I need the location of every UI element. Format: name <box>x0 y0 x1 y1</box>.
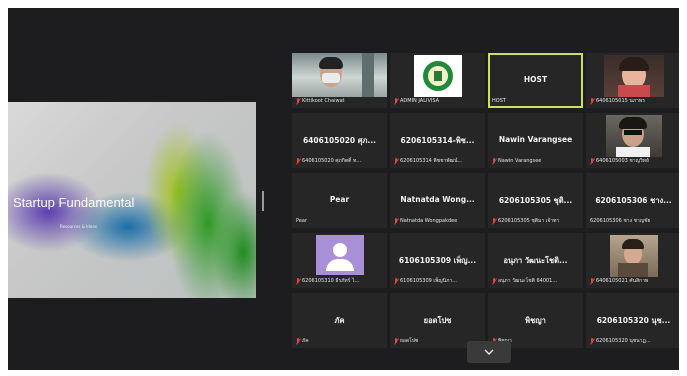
participant-name: 6206105320 นุช... <box>596 316 671 325</box>
participant-name: อนุภา วัฒนะโชติ... <box>503 256 568 265</box>
participant-name: ภัค <box>334 316 345 325</box>
mic-muted-icon <box>296 97 300 105</box>
participant-tile[interactable]: 6206105306 ชาง... 6206105306 ชาง ชาญชัย <box>586 173 679 228</box>
participant-name: Natnatda Wong... <box>400 195 475 204</box>
mic-muted-icon <box>492 157 496 165</box>
participant-tile[interactable]: Pear Pear <box>292 173 387 228</box>
participant-tile[interactable]: 6206105320 นุช... 6206105320 นุชนาฏ... <box>586 293 679 348</box>
participant-name: 6206105306 ชาง... <box>595 196 672 205</box>
mic-muted-icon <box>394 97 398 105</box>
participant-tile[interactable]: 6406105020 ศุภ... 6406105020 ศุภกิตติ์ ท… <box>292 113 387 168</box>
participant-video <box>292 53 387 97</box>
mic-muted-icon <box>394 337 398 345</box>
participant-namebar: 6106105309 เพ็ญนิภา... <box>394 277 483 285</box>
participant-namebar: 6206105306 ชาง ชาญชัย <box>590 218 651 224</box>
participant-namebar: 6406105021 ศันสิกาพ <box>590 277 679 285</box>
mic-muted-icon <box>590 97 594 105</box>
split-resize-handle[interactable] <box>262 191 264 211</box>
participant-tile[interactable]: 6406105021 ศันสิกาพ <box>586 233 679 288</box>
slide-title: Startup Fundamental <box>13 195 135 210</box>
participant-tile[interactable]: 6106105309 เพ็ญ... 6106105309 เพ็ญนิภา..… <box>390 233 485 288</box>
chevron-down-icon <box>484 349 494 355</box>
participant-name: 6106105309 เพ็ญ... <box>398 256 477 265</box>
participant-tile[interactable]: Nawin Varangsee Nawin Varangsee <box>488 113 583 168</box>
participant-tile-active-speaker[interactable]: HOST HOST <box>488 53 583 108</box>
avatar <box>316 235 364 275</box>
mic-muted-icon <box>394 217 398 225</box>
participant-name: Pear <box>329 195 350 204</box>
mic-muted-icon <box>590 277 594 285</box>
shared-screen: Startup Fundamental Resources & Ideas <box>8 102 256 298</box>
participant-tile[interactable]: ADMIN JALIVISA <box>390 53 485 108</box>
show-more-participants-button[interactable] <box>467 341 511 363</box>
participant-namebar: 6206105310 ธีรภัทร์ ไ... <box>296 277 385 285</box>
meeting-window: Startup Fundamental Resources & Ideas Ki… <box>8 8 679 370</box>
participant-name: พิชญา <box>525 316 546 325</box>
participant-name: ยอดโปซ <box>423 316 452 325</box>
mic-muted-icon <box>394 157 398 165</box>
participant-tile[interactable]: 6406105015 นภาพร <box>586 53 679 108</box>
participant-name: HOST <box>523 75 548 84</box>
participant-name: 6406105020 ศุภ... <box>302 136 377 145</box>
participant-namebar: 6406105020 ศุภกิตติ์ ท... <box>296 157 385 165</box>
participant-namebar: Kittikoot Chaiwat <box>296 97 385 105</box>
participant-name: 6206105314-พิช... <box>400 136 475 145</box>
participant-namebar: อนุภา วัฒนะโชติ 64001... <box>492 277 581 285</box>
participant-tile[interactable]: ภัค ภัค <box>292 293 387 348</box>
participant-namebar: 6206105305 ชุติมา เจ้าทา <box>492 217 581 225</box>
participant-video <box>414 55 462 97</box>
participant-tile[interactable]: 6406105003 ชาญวิทย์ <box>586 113 679 168</box>
participant-namebar: Natnatda Wongpakdee <box>394 217 483 225</box>
participant-tile[interactable]: 6206105305 ชุติ... 6206105305 ชุติมา เจ้… <box>488 173 583 228</box>
participant-video <box>606 115 662 157</box>
participant-tile[interactable]: 6206105314-พิช... 6206105314 พิชชาพัฒน์.… <box>390 113 485 168</box>
mic-muted-icon <box>296 337 300 345</box>
participant-namebar: 6406105015 นภาพร <box>590 97 679 105</box>
participant-video <box>604 55 664 97</box>
mic-muted-icon <box>296 157 300 165</box>
participant-tile[interactable]: อนุภา วัฒนะโชติ... อนุภา วัฒนะโชติ 64001… <box>488 233 583 288</box>
mic-muted-icon <box>590 157 594 165</box>
participant-name: 6206105305 ชุติ... <box>498 196 573 205</box>
participant-namebar: ภัค <box>296 337 385 345</box>
participant-namebar: 6206105320 นุชนาฏ... <box>590 337 679 345</box>
mic-muted-icon <box>590 337 594 345</box>
slide-subtitle: Resources & Ideas <box>60 224 97 229</box>
participant-tile[interactable]: พิชญา พิชญา <box>488 293 583 348</box>
mic-muted-icon <box>394 277 398 285</box>
participant-namebar: 6206105314 พิชชาพัฒน์... <box>394 157 483 165</box>
participant-tile[interactable]: Natnatda Wong... Natnatda Wongpakdee <box>390 173 485 228</box>
participant-namebar: Nawin Varangsee <box>492 157 581 165</box>
participant-namebar: ADMIN JALIVISA <box>394 97 483 105</box>
participant-tile[interactable]: Kittikoot Chaiwat <box>292 53 387 108</box>
participant-video <box>610 235 658 277</box>
mic-muted-icon <box>492 217 496 225</box>
participant-name: Nawin Varangsee <box>498 135 573 144</box>
participant-namebar: HOST <box>492 98 506 104</box>
participant-namebar: 6406105003 ชาญวิทย์ <box>590 157 679 165</box>
mic-muted-icon <box>296 277 300 285</box>
participant-tile[interactable]: 6206105310 ธีรภัทร์ ไ... <box>292 233 387 288</box>
mic-muted-icon <box>492 277 496 285</box>
participant-tile[interactable]: ยอดโปซ ยอดโปซ <box>390 293 485 348</box>
participant-namebar: Pear <box>296 218 308 224</box>
